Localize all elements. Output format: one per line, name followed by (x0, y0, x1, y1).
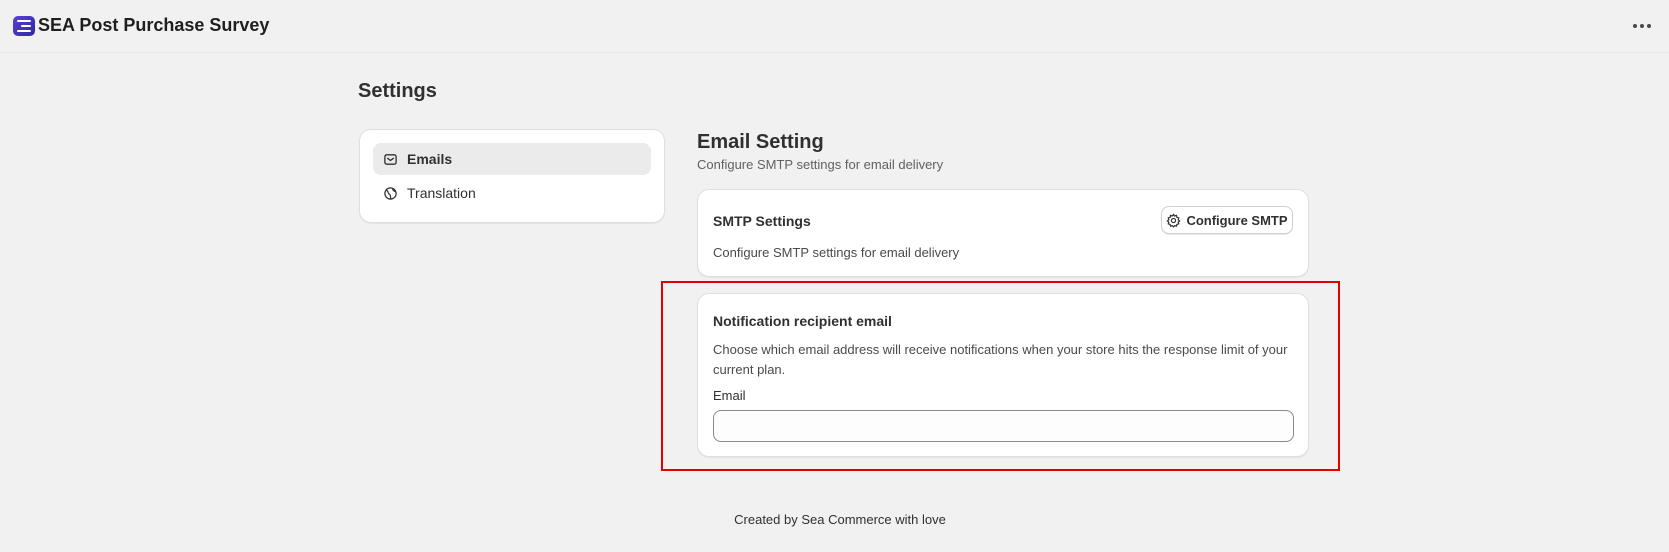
email-field[interactable] (713, 410, 1294, 442)
top-bar: SEA Post Purchase Survey (0, 0, 1669, 53)
configure-smtp-button[interactable]: Configure SMTP (1161, 206, 1293, 234)
mail-icon (384, 153, 397, 165)
smtp-settings-card: SMTP Settings Configure SMTP Configure S… (697, 189, 1309, 277)
globe-icon (384, 186, 397, 200)
sidebar-item-label: Emails (407, 151, 453, 167)
sidebar-item-emails[interactable]: Emails (373, 143, 651, 175)
notification-card-title: Notification recipient email (713, 313, 892, 329)
smtp-card-title: SMTP Settings (713, 213, 811, 229)
app-logo-icon (13, 16, 35, 36)
more-actions-button[interactable] (1628, 14, 1656, 38)
settings-sidebar: Emails Translation (359, 129, 665, 223)
smtp-card-description: Configure SMTP settings for email delive… (713, 245, 960, 260)
email-field-label: Email (713, 388, 746, 403)
sidebar-item-translation[interactable]: Translation (373, 177, 651, 209)
section-subtitle: Configure SMTP settings for email delive… (697, 157, 944, 172)
notification-card-description: Choose which email address will receive … (713, 342, 1288, 377)
footer-credit: Created by Sea Commerce with love (734, 512, 946, 527)
section-title: Email Setting (697, 131, 824, 153)
more-horizontal-icon (1633, 24, 1637, 28)
configure-smtp-label: Configure SMTP (1186, 212, 1288, 228)
app-title: SEA Post Purchase Survey (38, 15, 270, 35)
gear-icon (1166, 212, 1181, 228)
sidebar-item-label: Translation (407, 185, 476, 201)
notification-email-card: Notification recipient email Choose whic… (697, 293, 1309, 457)
page-title: Settings (358, 80, 437, 102)
